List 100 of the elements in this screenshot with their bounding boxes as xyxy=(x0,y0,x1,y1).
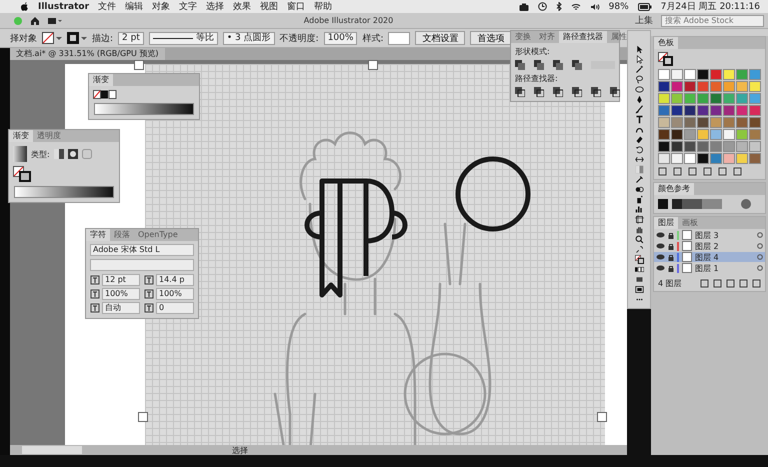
leading-field[interactable]: 14.4 p xyxy=(156,274,194,286)
color-swatch[interactable] xyxy=(697,69,709,80)
lasso-icon[interactable] xyxy=(634,75,644,84)
workspace-dropdown[interactable]: 上集 xyxy=(635,14,654,27)
color-swatch[interactable] xyxy=(658,153,670,164)
color-swatch[interactable] xyxy=(710,141,722,152)
color-swatch[interactable] xyxy=(658,93,670,104)
panel-tab[interactable]: 字符 xyxy=(86,229,110,241)
color-swatch[interactable] xyxy=(710,129,722,140)
menu-item[interactable]: 文字 xyxy=(179,0,198,12)
menu-item[interactable]: 文件 xyxy=(98,0,116,12)
color-swatch[interactable] xyxy=(658,117,670,128)
panel-tab[interactable]: 变换 xyxy=(511,31,535,43)
color-swatch[interactable] xyxy=(749,93,761,104)
clock-icon[interactable] xyxy=(538,2,547,11)
radial-gradient-icon[interactable] xyxy=(68,149,78,159)
zoom-icon[interactable] xyxy=(634,235,644,244)
panel-tab[interactable]: 图层 xyxy=(654,217,678,229)
color-swatch[interactable] xyxy=(697,93,709,104)
color-swatch[interactable] xyxy=(684,117,696,128)
artboard-icon[interactable] xyxy=(634,215,644,224)
style-dropdown[interactable] xyxy=(388,32,410,44)
symbol-sprayer-icon[interactable] xyxy=(634,195,644,204)
color-swatch[interactable] xyxy=(658,141,670,152)
fill-stroke-icon[interactable] xyxy=(634,255,644,264)
battery-icon[interactable] xyxy=(638,2,652,10)
color-swatch[interactable] xyxy=(736,69,748,80)
color-swatch[interactable] xyxy=(710,81,722,92)
color-mode-icon[interactable] xyxy=(634,265,644,274)
anchor-handle[interactable] xyxy=(368,60,378,70)
layer-name[interactable]: 图层 2 xyxy=(695,240,754,252)
color-swatch[interactable] xyxy=(723,141,735,152)
color-swatch[interactable] xyxy=(723,93,735,104)
fill-stroke-icon[interactable] xyxy=(658,52,674,66)
panel-tab[interactable]: 路径查找器 xyxy=(559,31,607,43)
toolbar-button[interactable]: 首选项 xyxy=(470,31,512,45)
menu-item[interactable]: 对象 xyxy=(152,0,170,12)
color-swatch[interactable] xyxy=(658,69,670,80)
color-swatch[interactable] xyxy=(671,69,683,80)
color-swatch[interactable] xyxy=(697,105,709,116)
graph-icon[interactable] xyxy=(634,205,644,214)
layer-row[interactable]: 图层 3 xyxy=(654,230,765,240)
brush-icon[interactable] xyxy=(634,105,644,114)
menu-item[interactable]: 帮助 xyxy=(314,0,332,12)
gradient-preview[interactable] xyxy=(13,146,27,162)
blend-icon[interactable] xyxy=(634,185,644,194)
color-swatch[interactable] xyxy=(710,69,722,80)
color-swatch[interactable] xyxy=(684,69,696,80)
horizontal-scale-field[interactable]: 100% xyxy=(156,288,194,300)
color-swatch[interactable] xyxy=(671,105,683,116)
color-swatch[interactable] xyxy=(684,153,696,164)
color-swatch[interactable] xyxy=(710,153,722,164)
lock-icon[interactable] xyxy=(668,242,674,250)
color-swatch[interactable] xyxy=(697,117,709,128)
font-size-field[interactable]: 12 pt xyxy=(102,274,140,286)
color-swatch[interactable] xyxy=(749,141,761,152)
lock-icon[interactable] xyxy=(668,254,674,260)
vertical-scale-field[interactable]: 100% xyxy=(102,288,140,300)
color-swatch[interactable] xyxy=(684,141,696,152)
selection-arrow-icon[interactable] xyxy=(634,45,644,54)
screen-mode-icon[interactable] xyxy=(634,285,644,294)
direct-selection-icon[interactable] xyxy=(634,55,644,64)
brush-dropdown[interactable]: • 3 点圆形 xyxy=(222,32,275,44)
curvature-icon[interactable] xyxy=(634,125,644,134)
color-swatch[interactable] xyxy=(671,129,683,140)
color-swatch[interactable] xyxy=(736,117,748,128)
color-swatch[interactable] xyxy=(723,105,735,116)
menu-item[interactable]: 编辑 xyxy=(125,0,144,12)
panel-tab[interactable]: OpenType xyxy=(134,229,182,241)
wifi-icon[interactable] xyxy=(570,2,581,10)
toolbar-button[interactable]: 文档设置 xyxy=(415,31,466,45)
color-swatch[interactable] xyxy=(697,81,709,92)
color-swatch[interactable] xyxy=(671,141,683,152)
fill-stroke-icon[interactable] xyxy=(13,166,31,182)
width-icon[interactable] xyxy=(634,155,644,164)
panel-tab[interactable]: 对齐 xyxy=(535,31,559,43)
color-swatch[interactable] xyxy=(710,117,722,128)
color-swatch[interactable] xyxy=(671,117,683,128)
color-swatch[interactable] xyxy=(671,153,683,164)
layer-name[interactable]: 图层 4 xyxy=(695,252,754,262)
color-swatch[interactable] xyxy=(710,93,722,104)
color-swatch[interactable] xyxy=(723,81,735,92)
color-swatch[interactable] xyxy=(710,105,722,116)
color-swatch[interactable] xyxy=(736,105,748,116)
color-swatch[interactable] xyxy=(671,93,683,104)
home-icon[interactable] xyxy=(30,16,40,25)
panel-tab[interactable]: 画板 xyxy=(678,217,702,229)
anchor-handle[interactable] xyxy=(597,412,607,422)
color-swatch[interactable] xyxy=(697,153,709,164)
bluetooth-icon[interactable] xyxy=(556,2,562,11)
color-swatch[interactable] xyxy=(749,81,761,92)
hand-icon[interactable] xyxy=(634,225,644,234)
panel-tab[interactable]: 透明度 xyxy=(33,130,65,142)
lock-icon[interactable] xyxy=(668,264,674,272)
type-icon[interactable] xyxy=(634,115,644,124)
layout-grid-icon[interactable] xyxy=(48,16,62,24)
rotate-icon[interactable] xyxy=(634,145,644,154)
lock-icon[interactable] xyxy=(668,232,674,238)
color-swatch[interactable] xyxy=(749,105,761,116)
color-swatch[interactable] xyxy=(723,69,735,80)
